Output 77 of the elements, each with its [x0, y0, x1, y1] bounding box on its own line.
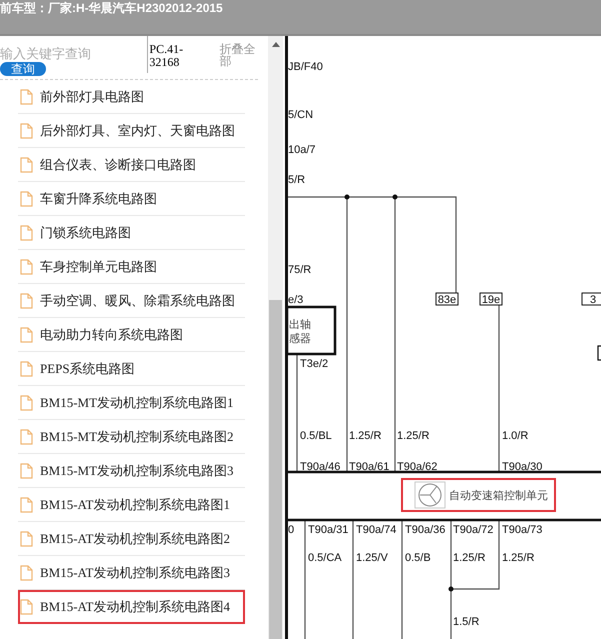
- diagram-list-item[interactable]: 前外部灯具电路图: [18, 80, 245, 114]
- wire-label: T90a/72: [453, 524, 494, 536]
- wire-label: T90a/61: [349, 461, 390, 473]
- document-icon: [20, 462, 33, 478]
- wire-label: 1.5/R: [453, 616, 480, 628]
- document-icon: [20, 599, 33, 615]
- wire-label: e/3: [288, 294, 304, 306]
- wire-label: T90a/36: [405, 524, 446, 536]
- diagram-list-item[interactable]: 车窗升降系统电路图: [18, 182, 245, 216]
- document-icon: [20, 360, 33, 376]
- wire-label: 1.25/V: [356, 552, 388, 564]
- junction-dot: [392, 194, 398, 200]
- wire-label: T90a/62: [397, 461, 438, 473]
- document-icon: [20, 292, 33, 308]
- junction-dot: [344, 194, 350, 200]
- diagram-list-item[interactable]: 后外部灯具、室内灯、天窗电路图: [18, 114, 245, 148]
- wire-label: 0.5/B: [405, 552, 431, 564]
- search-button[interactable]: 查询: [0, 62, 46, 76]
- keyword-search-field[interactable]: 输入关键字查询: [0, 44, 140, 62]
- wire-label: T3e/2: [300, 358, 328, 370]
- wire-label: 1.25/R: [502, 552, 534, 564]
- diagram-list-item[interactable]: 组合仪表、诊断接口电路图: [18, 148, 245, 182]
- wire-label: T90a/74: [356, 524, 396, 536]
- diagram-list-item[interactable]: 车身控制单元电路图: [18, 250, 245, 284]
- sensor-label: 感器: [289, 333, 311, 345]
- document-icon: [20, 190, 33, 206]
- document-icon: [20, 224, 33, 240]
- pin-tag: 3: [582, 292, 601, 306]
- gauge-icon: [414, 482, 446, 508]
- wire-label: 1.25/R: [349, 430, 382, 442]
- wire-label: T90a/30: [502, 461, 542, 473]
- wire-label: 5/CN: [288, 109, 314, 121]
- wire-label: JB/F40: [288, 61, 323, 73]
- scrollbar[interactable]: [268, 36, 283, 639]
- wire-label: 75/R: [288, 264, 312, 276]
- wire-label: 0.5/CA: [308, 552, 342, 564]
- document-icon: [20, 258, 33, 274]
- document-icon: [20, 530, 33, 546]
- wire-label: T90a/46: [300, 461, 340, 473]
- diagram-list-item[interactable]: 门锁系统电路图: [18, 216, 245, 250]
- wire-label: 1.25/R: [453, 552, 486, 564]
- diagram-list-item[interactable]: BM15-MT发动机控制系统电路图3: [18, 454, 245, 488]
- diagram-list-item[interactable]: BM15-MT发动机控制系统电路图2: [18, 420, 245, 454]
- sensor-label: 出轴: [289, 319, 311, 331]
- diagram-list-item[interactable]: 电动助力转向系统电路图: [18, 318, 245, 352]
- document-icon: [20, 122, 33, 138]
- diagram-list-item[interactable]: PEPS系统电路图: [18, 352, 245, 386]
- pin-tag: 83e: [436, 292, 458, 306]
- diagram-list-item[interactable]: BM15-AT发动机控制系统电路图3: [18, 556, 245, 590]
- document-code: PC.41-32168: [147, 36, 214, 73]
- document-icon: [20, 156, 33, 172]
- control-unit-label: 自动变速箱控制单元: [449, 490, 548, 502]
- sensor-box: [286, 306, 336, 356]
- scroll-up-arrow-icon[interactable]: [272, 42, 280, 47]
- junction-dot: [448, 586, 454, 592]
- diagram-list-item[interactable]: BM15-MT发动机控制系统电路图1: [18, 386, 245, 420]
- document-icon: [20, 564, 33, 580]
- wire-label: 0.5/BL: [300, 430, 332, 442]
- document-icon: [20, 496, 33, 512]
- wire-label: T90a/73: [502, 524, 542, 536]
- vehicle-model-title: 前车型：厂家:H-华晨汽车H2302012-2015: [0, 0, 223, 17]
- wire-label: T90a/31: [308, 524, 348, 536]
- document-icon: [20, 88, 33, 104]
- scrollbar-thumb[interactable]: [269, 300, 282, 639]
- diagram-list-item[interactable]: BM15-AT发动机控制系统电路图2: [18, 522, 245, 556]
- document-icon: [20, 428, 33, 444]
- document-icon: [20, 394, 33, 410]
- wire-label: 1.25/R: [397, 430, 430, 442]
- wire-label: 1.0/R: [502, 430, 528, 442]
- pin-tag: 19e: [480, 292, 502, 306]
- diagram-list-item[interactable]: BM15-AT发动机控制系统电路图4: [18, 590, 245, 624]
- wire-label: 10a/7: [288, 144, 316, 156]
- document-icon: [20, 326, 33, 342]
- wire-label: 5/R: [288, 174, 306, 186]
- diagram-list-item[interactable]: BM15-AT发动机控制系统电路图1: [18, 488, 245, 522]
- diagram-list-item[interactable]: 手动空调、暖风、除霜系统电路图: [18, 284, 245, 318]
- wire-label: 0: [288, 524, 294, 536]
